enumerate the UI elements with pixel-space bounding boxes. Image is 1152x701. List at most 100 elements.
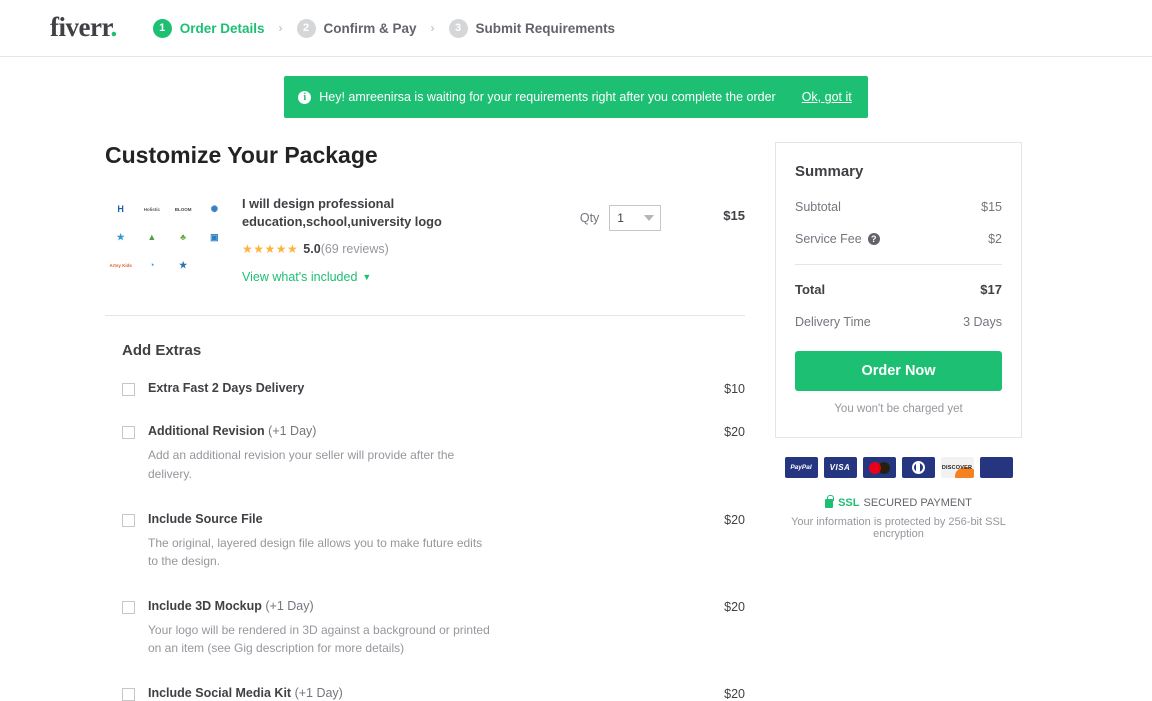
view-included-label: View what's included: [242, 270, 358, 285]
extra-days: (+1 Day): [264, 424, 317, 439]
subtotal-label: Subtotal: [795, 200, 841, 214]
service-fee-value: $2: [988, 232, 1002, 246]
extra-name: Additional Revision (+1 Day): [148, 424, 317, 439]
delivery-time-label: Delivery Time: [795, 315, 871, 329]
summary-divider: [795, 264, 1002, 265]
fiverr-logo[interactable]: fiverr.: [50, 12, 117, 43]
step-1-label: Order Details: [179, 20, 265, 36]
step-confirm-pay[interactable]: 2 Confirm & Pay: [296, 18, 417, 38]
thumbnail-logo-apple-design: ▣: [198, 223, 230, 251]
chevron-down-icon: ▼: [362, 272, 372, 283]
thumbnail-logo-arabic-school: ★: [105, 223, 137, 251]
extra-price: $20: [724, 425, 745, 440]
quantity-label: Qty: [579, 211, 600, 225]
extra-checkbox[interactable]: [122, 513, 135, 527]
extra-name: Extra Fast 2 Days Delivery: [148, 381, 305, 396]
thumbnail-logo-blank: [198, 251, 230, 279]
add-extras-title: Add Extras: [122, 342, 202, 360]
thumbnail-logo-holistic: Holistic: [136, 195, 168, 223]
thumbnail-logo-forest-college: ♣: [167, 223, 199, 251]
step-separator-1: ›: [278, 21, 283, 35]
checkout-step-indicator: 1 Order Details › 2 Confirm & Pay › 3 Su…: [152, 18, 615, 38]
extra-checkbox[interactable]: [122, 687, 135, 701]
order-now-button[interactable]: Order Now: [795, 351, 1002, 391]
thumbnail-logo-school-district: ✺: [198, 195, 230, 223]
extra-description: Your logo will be rendered in 3D against…: [148, 622, 490, 656]
step-1-number: 1: [152, 18, 172, 38]
extra-price: $10: [724, 382, 745, 397]
banner-message: Hey! amreenirsa is waiting for your requ…: [319, 90, 776, 104]
main-column: Customize Your Package H Holistic BLOOM ✺ ★ ▲…: [50, 142, 745, 701]
lock-icon: [825, 494, 834, 508]
payment-jcb-icon: [979, 457, 1013, 478]
delivery-time-value: 3 Days: [963, 315, 1002, 329]
notification-banner-wrapper: i Hey! amreenirsa is waiting for your re…: [0, 76, 1152, 118]
site-header: fiverr. 1 Order Details › 2 Confirm & Pa…: [0, 0, 1152, 57]
total-value: $17: [980, 282, 1002, 297]
payment-visa-icon: VISA: [823, 457, 857, 478]
extra-name: Include Source File: [148, 511, 263, 526]
page-body: Customize Your Package H Holistic BLOOM ✺ ★ ▲…: [0, 142, 1152, 701]
payment-paypal-icon: PayPal: [784, 457, 818, 478]
extras-list: Extra Fast 2 Days Delivery $10 Additional …: [122, 381, 745, 701]
step-order-details[interactable]: 1 Order Details: [152, 18, 265, 38]
rating-value: 5.0: [303, 242, 321, 257]
step-submit-requirements[interactable]: 3 Submit Requirements: [448, 18, 615, 38]
gig-thumbnail-collage[interactable]: H Holistic BLOOM ✺ ★ ▲ ♣ ▣ Artsy Kids ◔ ★: [105, 195, 230, 279]
extra-row: Extra Fast 2 Days Delivery $10: [122, 381, 745, 397]
step-2-label: Confirm & Pay: [323, 20, 417, 36]
section-divider: [105, 315, 745, 317]
ssl-note: Your information is protected by 256-bit…: [791, 516, 1006, 540]
summary-delivery-row: Delivery Time 3 Days: [795, 315, 1002, 329]
thumbnail-logo-bloom: BLOOM: [167, 195, 199, 223]
summary-total-row: Total $17: [795, 282, 1002, 297]
extra-body: Include 3D Mockup (+1 Day) Your logo will…: [148, 599, 724, 658]
page-title: Customize Your Package: [105, 142, 378, 168]
quantity-block: Qty 1: [579, 205, 662, 231]
ssl-badge: SSL: [838, 497, 860, 509]
step-3-number: 3: [448, 18, 468, 38]
extra-checkbox[interactable]: [122, 426, 135, 440]
extra-body: Include Source File The original, layered…: [148, 512, 724, 571]
payment-diners-icon: [901, 457, 935, 478]
summary-service-fee-row: Service Fee ? $2: [795, 232, 1002, 246]
extra-row: Include 3D Mockup (+1 Day) Your logo will…: [122, 599, 745, 658]
step-separator-2: ›: [430, 21, 435, 35]
extra-days: (+1 Day): [291, 685, 343, 700]
total-label: Total: [795, 282, 826, 297]
extra-checkbox[interactable]: [122, 600, 135, 614]
gig-price: $15: [723, 208, 745, 223]
thumbnail-logo-artsy-kids: Artsy Kids: [105, 251, 137, 279]
thumbnail-logo-h-shield: H: [105, 195, 137, 223]
view-whats-included-link[interactable]: View what's included ▼: [242, 270, 371, 284]
subtotal-value: $15: [981, 200, 1002, 214]
extra-price: $20: [724, 686, 745, 701]
extra-row: Include Source File The original, layered…: [122, 512, 745, 571]
extra-body: Extra Fast 2 Days Delivery: [148, 381, 724, 396]
extra-name: Include Social Media Kit (+1 Day): [148, 685, 343, 700]
gig-title[interactable]: I will design professional education,sch…: [242, 195, 518, 231]
extra-days: (+1 Day): [261, 598, 314, 613]
payment-mastercard-icon: [862, 457, 896, 478]
extra-row: Include Social Media Kit (+1 Day)You wil…: [122, 686, 745, 701]
review-count: (69 reviews): [320, 242, 389, 257]
payment-methods-row: PayPal VISA DISCOVER: [775, 457, 1022, 478]
thumbnail-logo-scholarship-star: ★: [167, 251, 199, 279]
extra-checkbox[interactable]: [122, 383, 135, 397]
extra-body: Additional Revision (+1 Day) Add an addit…: [148, 424, 724, 483]
step-2-number: 2: [296, 18, 316, 38]
caret-down-icon: [644, 215, 655, 221]
service-fee-text: Service Fee: [795, 232, 862, 246]
question-mark-icon[interactable]: ?: [867, 233, 880, 245]
order-summary-panel: Summary Subtotal $15 Service Fee ? $2 To…: [775, 142, 1022, 438]
charge-note: You won't be charged yet: [834, 403, 963, 415]
gig-summary-row: H Holistic BLOOM ✺ ★ ▲ ♣ ▣ Artsy Kids ◔ ★ I will d…: [105, 195, 745, 286]
quantity-select[interactable]: 1: [609, 205, 662, 231]
banner-dismiss-link[interactable]: Ok, got it: [802, 90, 852, 104]
gig-info: I will design professional education,sch…: [242, 195, 518, 286]
gig-rating: ★★★★★ 5.0 (69 reviews): [242, 242, 518, 256]
summary-title: Summary: [795, 163, 864, 180]
star-rating-icon: ★★★★★: [242, 242, 299, 257]
extra-row: Additional Revision (+1 Day) Add an addit…: [122, 424, 745, 483]
seller-waiting-banner: i Hey! amreenirsa is waiting for your re…: [284, 76, 868, 118]
